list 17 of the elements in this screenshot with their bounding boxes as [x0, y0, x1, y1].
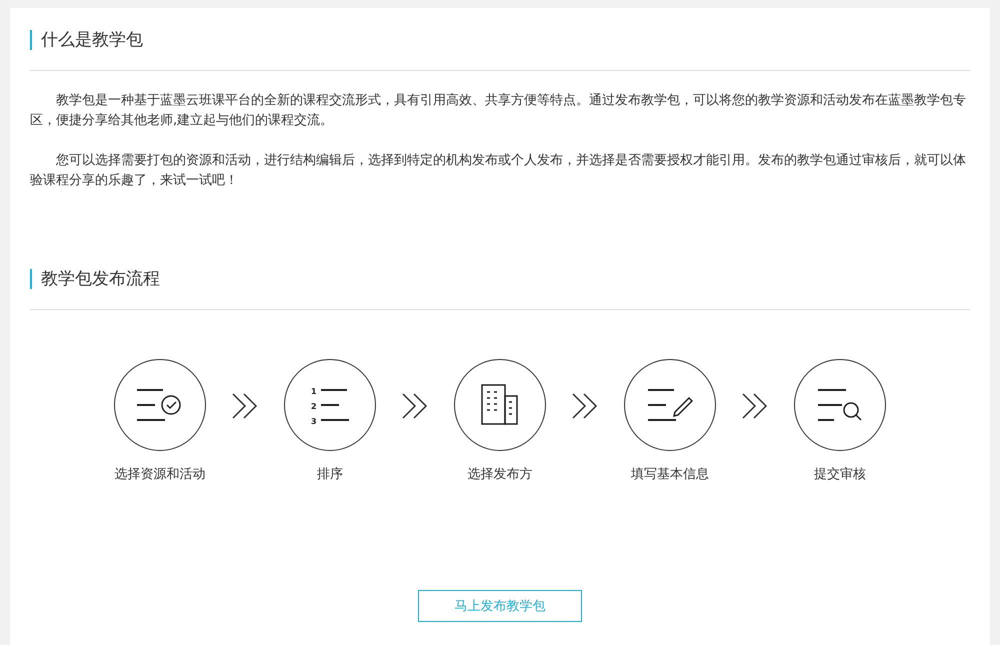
step-label: 选择资源和活动 — [114, 466, 206, 483]
publish-button[interactable]: 马上发布教学包 — [418, 590, 582, 622]
step-label: 填写基本信息 — [631, 466, 709, 483]
step-label: 排序 — [317, 466, 343, 483]
double-chevron-icon — [400, 393, 430, 419]
double-chevron-icon — [740, 393, 770, 419]
edit-list-icon — [647, 388, 693, 422]
double-chevron-icon — [570, 393, 600, 419]
search-list-icon — [817, 388, 863, 422]
section-title: 什么是教学包 — [30, 30, 143, 50]
step-label: 选择发布方 — [468, 466, 532, 483]
section-title: 教学包发布流程 — [30, 269, 160, 289]
buildings-icon — [480, 384, 520, 426]
double-chevron-icon — [230, 393, 260, 419]
step-label: 提交审核 — [814, 466, 866, 483]
paragraph: 教学包是一种基于蓝墨云班课平台的全新的课程交流形式，具有引用高效、共享方便等特点。通过发布教学包，可以将您的教学资源和活动发布在蓝墨教学包专区，便捷分享给其他老师,建立起与他们的课程交流。 — [30, 92, 967, 130]
paragraph: 您可以选择需要打包的资源和活动，进行结构编辑后，选择到特定的机构发布或个人发布，并选择是否需要授权才能引用。发布的教学包通过审核后，就可以体验课程分享的乐趣了，来试一试吧！ — [30, 152, 967, 190]
